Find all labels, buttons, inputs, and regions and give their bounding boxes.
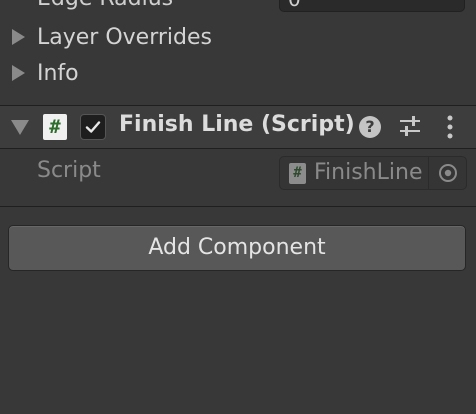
presets-icon[interactable] — [398, 114, 422, 138]
script-icon: # — [43, 114, 67, 140]
edge-radius-value: 0 — [288, 0, 301, 11]
foldout-layer-overrides[interactable]: Layer Overrides — [12, 22, 212, 52]
component-enabled-checkbox[interactable] — [80, 114, 106, 140]
field-divider — [428, 157, 429, 189]
foldout-label: Info — [37, 60, 79, 86]
edge-radius-label: Edge Radius — [37, 0, 173, 11]
foldout-arrow-icon — [12, 29, 25, 45]
collapse-arrow-icon[interactable] — [11, 120, 29, 135]
foldout-info[interactable]: Info — [12, 58, 79, 88]
separator — [0, 206, 476, 207]
context-menu-icon[interactable] — [440, 114, 460, 140]
foldout-arrow-icon — [12, 65, 25, 81]
checkmark-icon — [85, 121, 101, 133]
add-component-button[interactable]: Add Component — [8, 225, 466, 271]
object-picker-icon[interactable] — [438, 163, 458, 183]
separator — [0, 148, 476, 149]
help-icon[interactable]: ? — [359, 116, 381, 138]
edge-radius-field[interactable]: 0 — [279, 0, 465, 12]
script-object-value: FinishLine — [314, 160, 423, 185]
script-object-field[interactable]: # FinishLine — [279, 156, 467, 190]
component-title: Finish Line (Script) — [119, 112, 355, 137]
script-asset-icon: # — [289, 163, 306, 184]
script-property-label: Script — [37, 158, 101, 183]
foldout-label: Layer Overrides — [37, 24, 212, 50]
